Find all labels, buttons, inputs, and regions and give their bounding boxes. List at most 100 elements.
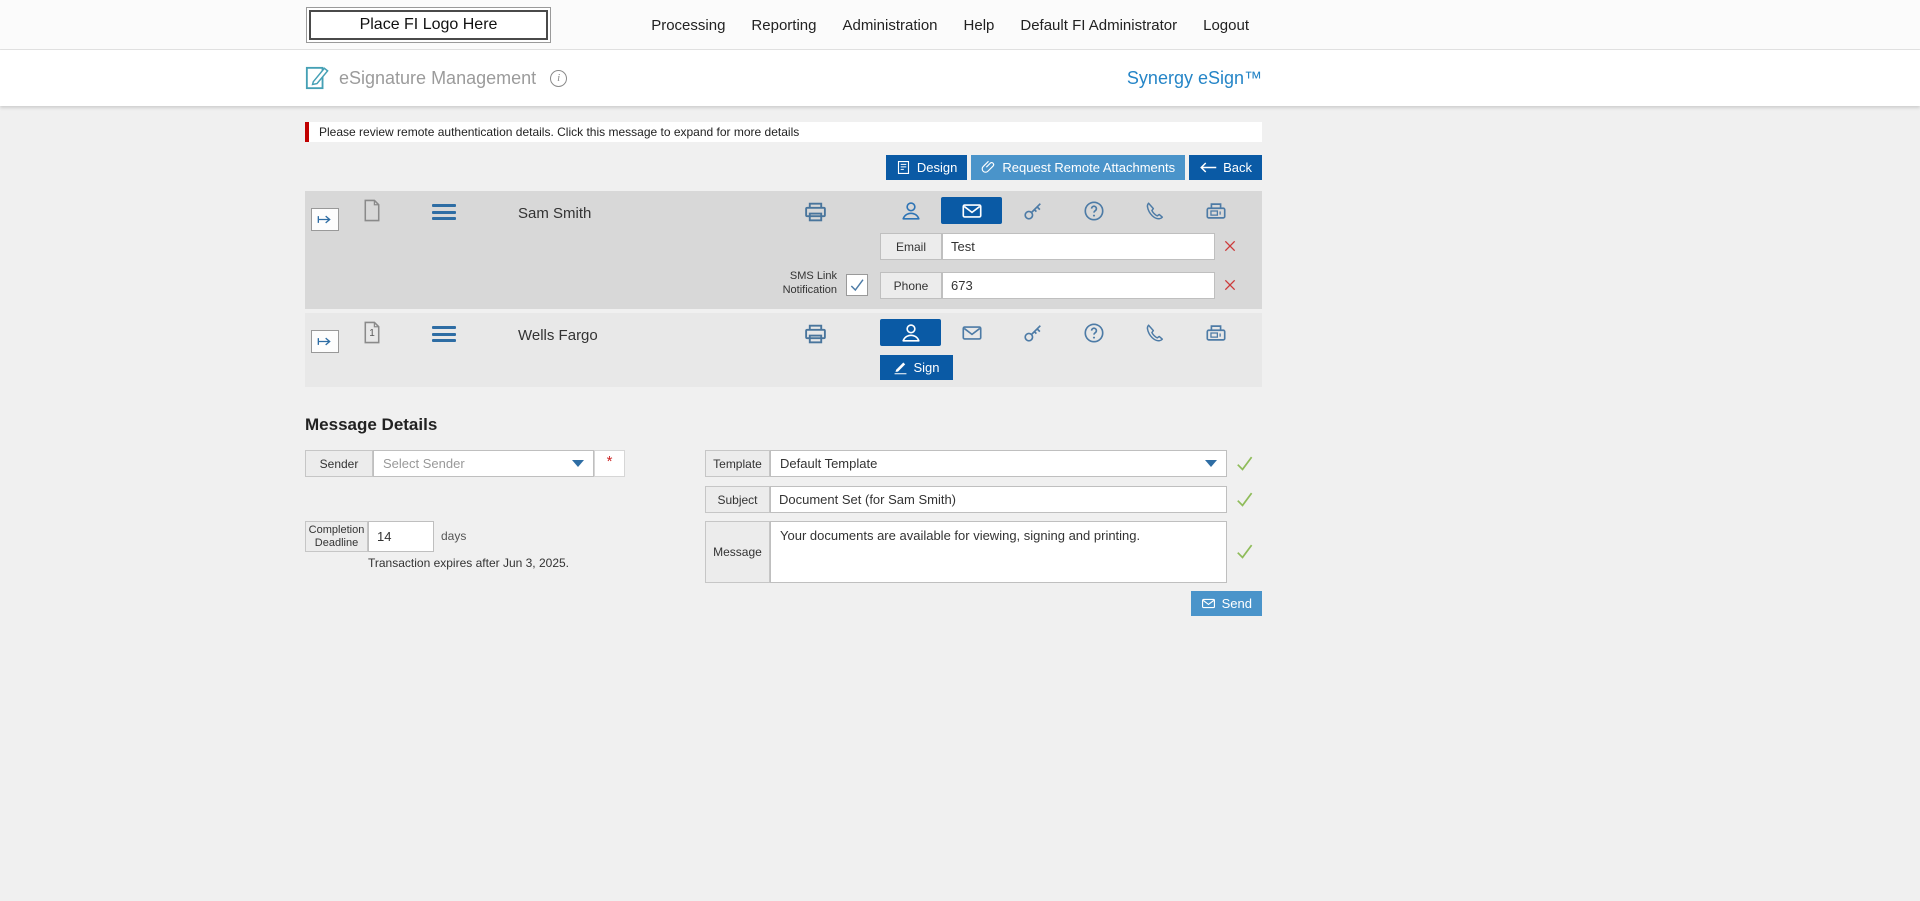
document-count-icon: 1 xyxy=(363,321,381,344)
recipient-row-wells-fargo: 1 Wells Fargo Sign xyxy=(305,313,1262,387)
top-navigation-bar: Place FI Logo Here Processing Reporting … xyxy=(0,0,1920,50)
person-icon xyxy=(900,322,922,344)
deadline-units-label: days xyxy=(441,529,467,543)
print-icon[interactable] xyxy=(803,198,829,224)
email-input[interactable] xyxy=(942,233,1215,260)
sender-required-marker: * xyxy=(594,450,625,477)
signing-order-icon xyxy=(317,336,333,347)
person-icon xyxy=(900,200,922,222)
sign-button[interactable]: Sign xyxy=(880,355,953,380)
back-button-label: Back xyxy=(1223,160,1252,175)
signing-order-icon xyxy=(317,214,333,225)
fax-icon xyxy=(1205,200,1227,222)
design-button[interactable]: Design xyxy=(885,155,968,180)
message-details-heading: Message Details xyxy=(305,415,438,434)
recipient-row-sam-smith: Sam Smith Email SMS Link Notification Ph… xyxy=(305,191,1262,309)
page-title-group: eSignature Management i xyxy=(305,65,568,91)
security-question-option[interactable] xyxy=(1063,319,1124,346)
remove-email-icon[interactable] xyxy=(1222,238,1238,254)
message-textarea[interactable] xyxy=(770,521,1227,583)
design-icon xyxy=(896,160,911,175)
info-icon[interactable]: i xyxy=(550,69,568,87)
sms-link-notification-label: SMS Link Notification xyxy=(782,270,837,296)
send-button[interactable]: Send xyxy=(1190,591,1262,616)
delivery-method-options xyxy=(880,319,1246,346)
question-circle-icon xyxy=(1083,322,1105,344)
signing-order-button[interactable] xyxy=(311,330,339,353)
nav-user-menu[interactable]: Default FI Administrator xyxy=(1020,17,1177,34)
chevron-down-icon xyxy=(1205,460,1217,467)
signing-order-button[interactable] xyxy=(311,208,339,231)
fax-delivery-option[interactable] xyxy=(1185,319,1246,346)
key-icon xyxy=(1022,200,1044,222)
subject-valid-icon xyxy=(1235,490,1254,509)
print-icon[interactable] xyxy=(803,320,829,346)
email-delivery-option[interactable] xyxy=(941,319,1002,346)
message-label: Message xyxy=(705,521,770,583)
paperclip-icon xyxy=(981,160,996,175)
sender-label: Sender xyxy=(305,450,373,477)
email-delivery-option[interactable] xyxy=(941,197,1002,224)
design-button-label: Design xyxy=(916,160,958,175)
phone-icon xyxy=(1144,200,1166,222)
security-question-option[interactable] xyxy=(1063,197,1124,224)
document-icon xyxy=(363,199,381,222)
nav-reporting[interactable]: Reporting xyxy=(751,17,816,34)
sender-select[interactable]: Select Sender xyxy=(373,450,594,477)
template-valid-icon xyxy=(1235,454,1254,473)
envelope-icon xyxy=(961,322,983,344)
fi-logo-placeholder: Place FI Logo Here xyxy=(306,7,551,43)
checkbox-check-icon xyxy=(849,277,865,293)
in-person-signer-option[interactable] xyxy=(880,319,941,346)
request-remote-attachments-label: Request Remote Attachments xyxy=(1002,160,1176,175)
drag-handle-icon[interactable] xyxy=(432,204,456,220)
nav-help[interactable]: Help xyxy=(964,17,995,34)
back-arrow-icon xyxy=(1199,162,1217,173)
message-valid-icon xyxy=(1235,542,1254,561)
subject-label: Subject xyxy=(705,486,770,513)
document-count: 1 xyxy=(369,328,375,339)
request-remote-attachments-button[interactable]: Request Remote Attachments xyxy=(971,155,1186,180)
drag-handle-icon[interactable] xyxy=(432,326,456,342)
sender-select-value: Select Sender xyxy=(383,456,465,471)
phone-icon xyxy=(1144,322,1166,344)
brand-name: Synergy eSign™ xyxy=(1126,67,1262,88)
nav-processing[interactable]: Processing xyxy=(651,17,725,34)
envelope-icon xyxy=(961,200,983,222)
alert-banner[interactable]: Please review remote authentication deta… xyxy=(305,122,1262,142)
question-circle-icon xyxy=(1083,200,1105,222)
phone-field-label: Phone xyxy=(880,272,942,299)
alert-text: Please review remote authentication deta… xyxy=(319,125,800,139)
remove-phone-icon[interactable] xyxy=(1222,277,1238,293)
pen-icon xyxy=(893,360,908,375)
template-label: Template xyxy=(705,450,770,477)
email-field-label: Email xyxy=(880,233,942,260)
message-details-form: Sender Select Sender * Completion Deadli… xyxy=(305,450,1262,632)
fax-delivery-option[interactable] xyxy=(1185,197,1246,224)
nav-logout[interactable]: Logout xyxy=(1203,17,1249,34)
delivery-method-options xyxy=(880,197,1246,224)
fi-logo-text: Place FI Logo Here xyxy=(309,10,548,40)
action-toolbar: Design Request Remote Attachments Back xyxy=(305,155,1262,180)
key-icon xyxy=(1022,322,1044,344)
sms-notification-checkbox[interactable] xyxy=(846,274,868,296)
page-title: eSignature Management xyxy=(339,67,537,88)
password-auth-option[interactable] xyxy=(1002,197,1063,224)
app-header: eSignature Management i Synergy eSign™ xyxy=(0,50,1920,106)
phone-auth-option[interactable] xyxy=(1124,319,1185,346)
in-person-signer-option[interactable] xyxy=(880,197,941,224)
completion-deadline-input[interactable] xyxy=(368,521,434,552)
chevron-down-icon xyxy=(572,460,584,467)
phone-input[interactable] xyxy=(942,272,1215,299)
esignature-icon xyxy=(305,65,329,91)
password-auth-option[interactable] xyxy=(1002,319,1063,346)
phone-auth-option[interactable] xyxy=(1124,197,1185,224)
back-button[interactable]: Back xyxy=(1189,155,1262,180)
fax-icon xyxy=(1205,322,1227,344)
nav-administration[interactable]: Administration xyxy=(842,17,937,34)
recipient-name: Sam Smith xyxy=(518,205,592,222)
template-select[interactable]: Default Template xyxy=(770,450,1227,477)
subject-input[interactable] xyxy=(770,486,1227,513)
sign-button-label: Sign xyxy=(913,360,940,375)
template-select-value: Default Template xyxy=(780,456,878,471)
